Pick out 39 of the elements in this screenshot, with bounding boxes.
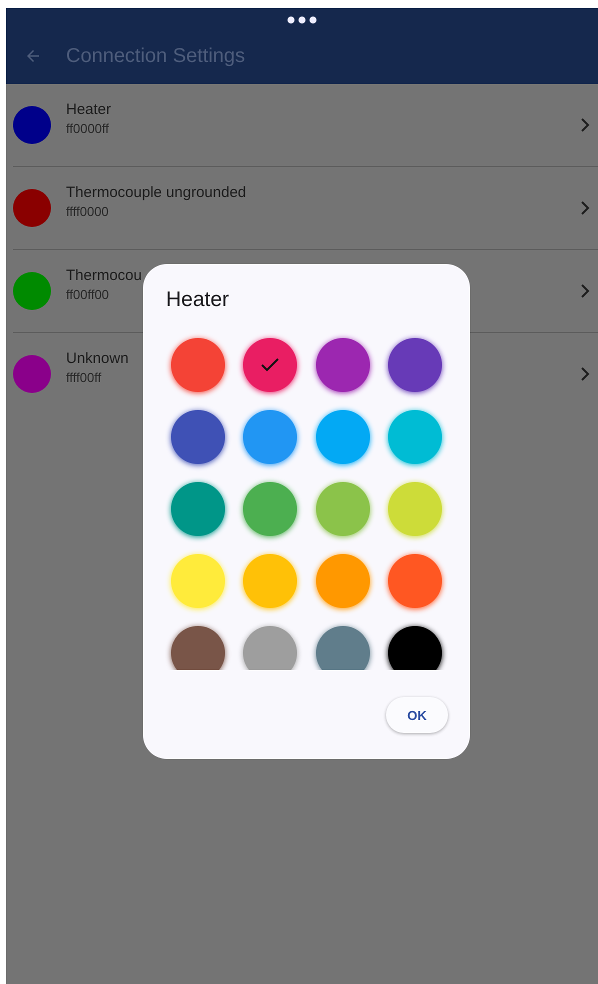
color-swatch[interactable]	[316, 338, 370, 392]
color-swatch[interactable]	[388, 410, 442, 464]
color-code: ff0000ff	[66, 121, 109, 136]
color-swatch[interactable]	[171, 410, 225, 464]
dialog-title: Heater	[165, 288, 230, 312]
color-swatch[interactable]	[388, 482, 442, 536]
list-item[interactable]: Heater ff0000ff	[13, 84, 598, 167]
item-name: Thermocouple ungrounded	[66, 184, 246, 201]
color-swatch[interactable]	[388, 554, 442, 608]
color-code: ffff00ff	[66, 370, 102, 385]
item-name: Heater	[66, 101, 112, 118]
color-code: ffff0000	[66, 204, 109, 219]
check-icon	[261, 358, 280, 372]
ok-button[interactable]: OK	[386, 697, 448, 733]
item-name: Unknown	[66, 350, 129, 367]
color-swatch[interactable]	[171, 338, 225, 392]
color-swatch[interactable]	[316, 554, 370, 608]
color-code: ff00ff00	[66, 287, 109, 302]
more-dots-icon	[287, 15, 317, 25]
color-swatch[interactable]	[316, 410, 370, 464]
color-swatch[interactable]	[243, 410, 298, 464]
color-swatch[interactable]	[243, 338, 298, 392]
list-item[interactable]: Thermocouple ungrounded ffff0000	[13, 167, 598, 250]
color-swatch[interactable]	[171, 554, 225, 608]
chevron-icon	[580, 284, 590, 298]
screen-title: Connection Settings	[66, 44, 246, 68]
color-swatch[interactable]	[171, 482, 225, 536]
color-swatch[interactable]	[243, 482, 298, 536]
color-swatch[interactable]	[171, 626, 225, 670]
color-swatch[interactable]	[243, 626, 298, 670]
color-swatch[interactable]	[388, 338, 442, 392]
chevron-icon	[580, 367, 590, 381]
color-swatch[interactable]	[316, 482, 370, 536]
color-swatch[interactable]	[388, 626, 442, 670]
chevron-icon	[580, 201, 590, 215]
item-name: Thermocou	[66, 267, 142, 284]
color-swatch[interactable]	[316, 626, 370, 670]
color-swatch[interactable]	[243, 554, 298, 608]
chevron-icon	[580, 118, 590, 132]
